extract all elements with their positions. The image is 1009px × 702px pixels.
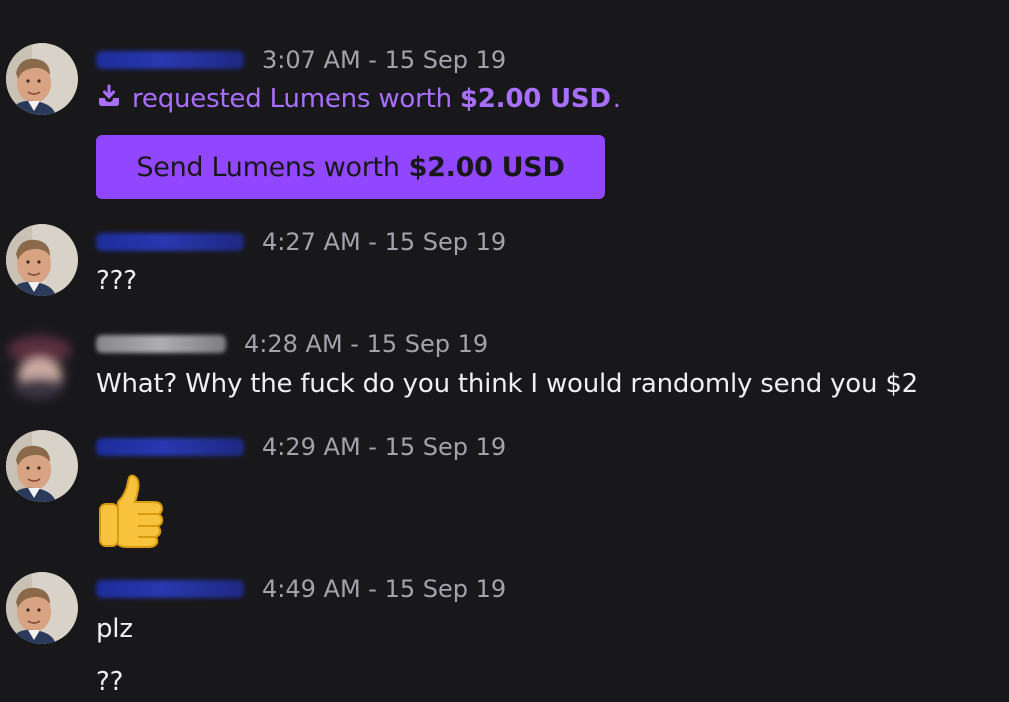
request-text: requested Lumens worth [132, 84, 452, 114]
message-header: 4:29 AM - 15 Sep 19 [96, 433, 506, 461]
avatar[interactable] [6, 430, 78, 502]
username-redacted[interactable] [96, 335, 226, 353]
message-text: plz [96, 614, 133, 644]
avatar[interactable] [6, 43, 78, 115]
timestamp: 3:07 AM - 15 Sep 19 [262, 46, 507, 74]
request-suffix: . [612, 84, 621, 114]
avatar[interactable] [6, 572, 78, 644]
username-redacted[interactable] [96, 51, 244, 69]
message-text: ??? [96, 266, 137, 296]
avatar[interactable] [6, 224, 78, 296]
thumbs-up-icon [96, 472, 168, 552]
timestamp: 4:49 AM - 15 Sep 19 [262, 575, 507, 603]
timestamp: 4:27 AM - 15 Sep 19 [262, 228, 507, 256]
send-lumens-label: Send Lumens worth [136, 151, 400, 183]
avatar[interactable] [2, 328, 74, 400]
message-header: 3:07 AM - 15 Sep 19 [96, 46, 506, 74]
lumens-request-icon [96, 83, 122, 116]
lumens-request-line: requested Lumens worth $2.00 USD . [96, 82, 621, 116]
message-header: 4:27 AM - 15 Sep 19 [96, 228, 506, 256]
send-lumens-button[interactable]: Send Lumens worth $2.00 USD [96, 135, 605, 199]
username-redacted[interactable] [96, 438, 244, 456]
username-redacted[interactable] [96, 580, 244, 598]
send-lumens-amount: $2.00 USD [408, 151, 565, 183]
request-amount: $2.00 USD [459, 84, 611, 114]
message-text: What? Why the fuck do you think I would … [96, 369, 919, 399]
message-header: 4:28 AM - 15 Sep 19 [96, 330, 488, 358]
username-redacted[interactable] [96, 233, 244, 251]
message-text: ?? [96, 667, 124, 697]
message-header: 4:49 AM - 15 Sep 19 [96, 575, 506, 603]
timestamp: 4:29 AM - 15 Sep 19 [262, 433, 507, 461]
timestamp: 4:28 AM - 15 Sep 19 [244, 330, 489, 358]
